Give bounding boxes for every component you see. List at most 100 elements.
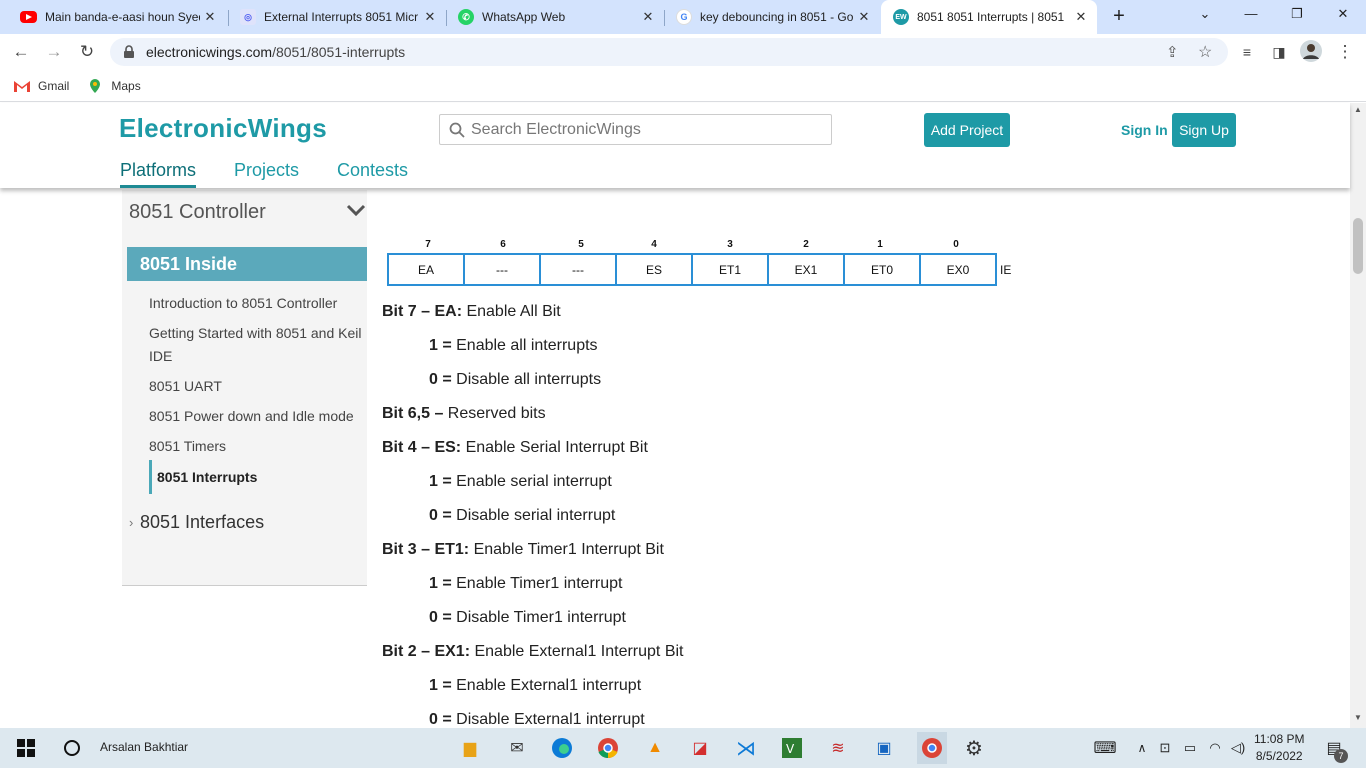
close-tab-icon[interactable]: ✕	[638, 9, 658, 25]
reload-icon[interactable]: ↻	[76, 42, 98, 62]
proteus-icon[interactable]: ◪	[688, 736, 712, 760]
close-tab-icon[interactable]: ✕	[854, 9, 874, 25]
add-project-button[interactable]: Add Project	[924, 113, 1010, 147]
bookmark-star-icon[interactable]: ☆	[1198, 42, 1212, 62]
electronicwings-icon: EW	[893, 9, 909, 25]
bit-number: 6	[500, 239, 506, 250]
bit3-clear-desc: 0 = Disable Timer1 interrupt	[429, 609, 626, 626]
sidebar-section-interfaces[interactable]: 8051 Interfaces	[140, 512, 264, 533]
whatsapp-icon: ✆	[458, 9, 474, 25]
side-panel-icon[interactable]: ◨	[1268, 42, 1290, 62]
nav-projects[interactable]: Projects	[234, 160, 299, 181]
sidebar-item-interrupts[interactable]: 8051 Interrupts	[149, 460, 364, 494]
chevron-down-icon[interactable]	[346, 204, 366, 216]
sign-up-button[interactable]: Sign Up	[1172, 113, 1236, 147]
file-explorer-icon[interactable]: ▆	[458, 736, 482, 760]
windows-start-icon[interactable]	[14, 736, 38, 760]
search-icon	[449, 122, 465, 138]
minimize-icon[interactable]: —	[1240, 6, 1262, 28]
share-icon[interactable]: ⇪	[1166, 43, 1179, 61]
bit-number: 0	[953, 239, 959, 250]
tab-8051-interrupts[interactable]: EW 8051 8051 Interrupts | 8051 ✕	[881, 0, 1097, 34]
bit-number: 2	[803, 239, 809, 250]
page-scrollbar[interactable]: ▲ ▼	[1350, 103, 1366, 728]
bit-number: 3	[727, 239, 733, 250]
register-cell: EA	[387, 253, 465, 286]
tab-youtube[interactable]: Main banda-e-aasi houn Syed ✕	[8, 0, 226, 34]
sidebar-section-8051-inside[interactable]: 8051 Inside	[127, 247, 367, 281]
tab-whatsapp[interactable]: ✆ WhatsApp Web ✕	[446, 0, 664, 34]
forward-icon[interactable]: →	[43, 42, 65, 62]
scroll-down-icon[interactable]: ▼	[1354, 713, 1362, 722]
taskbar-clock[interactable]: 11:08 PM 8/5/2022	[1254, 731, 1304, 765]
sidebar-title[interactable]: 8051 Controller	[129, 201, 266, 224]
media-control-icon[interactable]: ≡	[1236, 42, 1258, 62]
keil-icon[interactable]: V	[780, 736, 804, 760]
tab-favicon-icon: ◎	[240, 9, 256, 25]
bookmark-maps[interactable]: Maps	[87, 78, 141, 94]
register-cell: ET1	[691, 253, 769, 286]
bit4-set-desc: 1 = Enable serial interrupt	[429, 473, 612, 490]
bit65-heading: Bit 6,5 – Reserved bits	[382, 405, 546, 422]
scrollbar-thumb[interactable]	[1353, 218, 1363, 274]
bookmark-gmail[interactable]: Gmail	[14, 79, 69, 93]
tab-search-icon[interactable]: ⌄	[1194, 6, 1216, 28]
back-icon[interactable]: ←	[10, 42, 32, 62]
close-tab-icon[interactable]: ✕	[420, 9, 440, 25]
sidebar-item-getting-started[interactable]: Getting Started with 8051 and Keil IDE	[149, 322, 364, 368]
meet-now-icon[interactable]: ⊡	[1153, 736, 1177, 760]
ie-register-table: EA --- --- ES ET1 EX1 ET0 EX0	[387, 253, 997, 286]
sidebar-item-uart[interactable]: 8051 UART	[149, 375, 364, 398]
show-hidden-icons-icon[interactable]: ∧	[1130, 736, 1154, 760]
site-search[interactable]	[439, 114, 832, 145]
site-logo[interactable]: ElectronicWings	[119, 113, 327, 144]
search-input[interactable]	[471, 120, 811, 139]
bit4-heading: Bit 4 – ES: Enable Serial Interrupt Bit	[382, 439, 648, 456]
flash-magic-icon[interactable]: ≋	[826, 736, 850, 760]
search-circle-icon[interactable]	[60, 736, 84, 760]
register-cell: ES	[615, 253, 693, 286]
register-cell: EX1	[767, 253, 845, 286]
close-tab-icon[interactable]: ✕	[1071, 9, 1091, 25]
lock-icon	[124, 45, 134, 58]
nav-contests[interactable]: Contests	[337, 160, 408, 181]
close-window-icon[interactable]: ✕	[1332, 6, 1354, 28]
tab-google-search[interactable]: G key debouncing in 8051 - Go ✕	[664, 0, 880, 34]
sign-in-link[interactable]: Sign In	[1121, 122, 1168, 138]
address-bar[interactable]: electronicwings.com/8051/8051-interrupts…	[110, 38, 1228, 66]
url-text: electronicwings.com/8051/8051-interrupts	[146, 44, 406, 60]
sidebar-item-power-down[interactable]: 8051 Power down and Idle mode	[149, 405, 364, 428]
profile-avatar-icon[interactable]	[1300, 40, 1322, 62]
vscode-icon[interactable]: ⋊	[734, 736, 758, 760]
keyboard-icon[interactable]: ⌨	[1093, 736, 1117, 760]
sidebar-item-timers[interactable]: 8051 Timers	[149, 435, 364, 458]
wifi-icon[interactable]: ◠	[1203, 736, 1227, 760]
edge-icon[interactable]	[550, 736, 574, 760]
tab-title: Main banda-e-aasi houn Syed	[45, 10, 200, 24]
tab-title: key debouncing in 8051 - Go	[700, 10, 854, 24]
chevron-right-icon: ›	[129, 515, 134, 530]
register-cell: ---	[539, 253, 617, 286]
chrome-profile-icon[interactable]	[917, 732, 947, 764]
tab-strip: Main banda-e-aasi houn Syed ✕ ◎ External…	[0, 0, 1366, 34]
scroll-up-icon[interactable]: ▲	[1354, 105, 1362, 114]
menu-kebab-icon[interactable]: ⋮	[1334, 42, 1356, 62]
tab-external-interrupts[interactable]: ◎ External Interrupts 8051 Micr ✕	[228, 0, 446, 34]
sidebar-item-introduction[interactable]: Introduction to 8051 Controller	[149, 292, 364, 315]
image-viewer-icon[interactable]: ▣	[872, 736, 896, 760]
close-tab-icon[interactable]: ✕	[200, 9, 220, 25]
volume-icon[interactable]: ◁)	[1226, 736, 1250, 760]
mail-icon[interactable]: ✉	[505, 736, 529, 760]
settings-gear-icon[interactable]: ⚙	[962, 736, 986, 760]
tab-title: External Interrupts 8051 Micr	[264, 10, 419, 24]
svg-text:V: V	[786, 742, 795, 756]
bit7-heading: Bit 7 – EA: Enable All Bit	[382, 303, 561, 320]
restore-icon[interactable]: ❐	[1286, 6, 1308, 28]
bit-number: 4	[651, 239, 657, 250]
bit2-heading: Bit 2 – EX1: Enable External1 Interrupt …	[382, 643, 684, 660]
battery-icon[interactable]: ▭	[1178, 736, 1202, 760]
vlc-icon[interactable]: ▲	[643, 736, 667, 760]
nav-platforms[interactable]: Platforms	[120, 160, 197, 188]
new-tab-button[interactable]: +	[1108, 6, 1130, 28]
chrome-icon[interactable]	[596, 736, 620, 760]
